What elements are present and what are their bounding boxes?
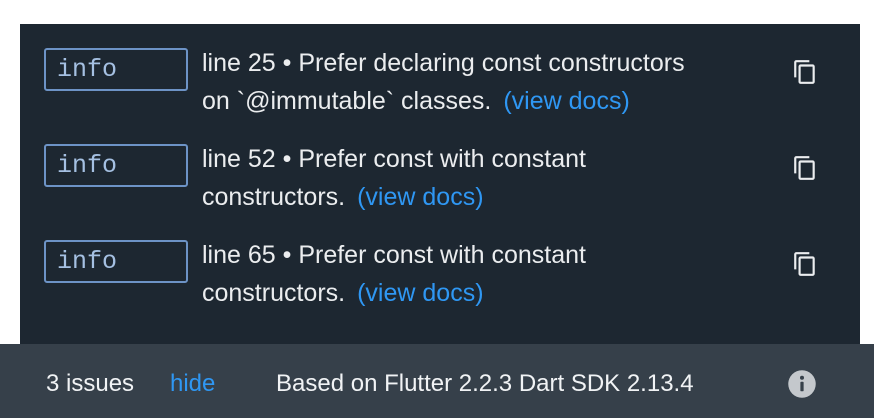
- issue-message-line-2: constructors.: [202, 279, 346, 307]
- issues-panel: info line 25 • Prefer declaring const co…: [20, 24, 860, 344]
- issue-message-line-1: line 25 • Prefer declaring const constru…: [202, 49, 685, 77]
- issue-count: 3 issues: [46, 370, 135, 397]
- hide-issues-link[interactable]: hide: [170, 369, 215, 399]
- copy-icon[interactable]: [792, 154, 818, 182]
- status-footer: 3 issues hide Based on Flutter 2.2.3 Dar…: [0, 344, 874, 418]
- issue-message: line 65 • Prefer const with constant con…: [202, 236, 772, 312]
- copy-icon[interactable]: [792, 58, 818, 86]
- sdk-version-text: Based on Flutter 2.2.3 Dart SDK 2.13.4: [276, 370, 694, 397]
- view-docs-link[interactable]: (view docs): [357, 279, 483, 307]
- copy-icon[interactable]: [792, 250, 818, 278]
- issue-message: line 25 • Prefer declaring const constru…: [202, 44, 772, 120]
- issue-message-line-1: line 65 • Prefer const with constant: [202, 241, 586, 269]
- severity-badge: info: [44, 144, 188, 187]
- severity-badge: info: [44, 240, 188, 283]
- issue-message-line-1: line 52 • Prefer const with constant: [202, 145, 586, 173]
- issue-message-line-2: on `@immutable` classes.: [202, 87, 492, 115]
- issue-message-line-2: constructors.: [202, 183, 346, 211]
- view-docs-link[interactable]: (view docs): [503, 87, 629, 115]
- severity-badge: info: [44, 48, 188, 91]
- info-icon[interactable]: [787, 369, 817, 399]
- view-docs-link[interactable]: (view docs): [357, 183, 483, 211]
- issue-message: line 52 • Prefer const with constant con…: [202, 140, 772, 216]
